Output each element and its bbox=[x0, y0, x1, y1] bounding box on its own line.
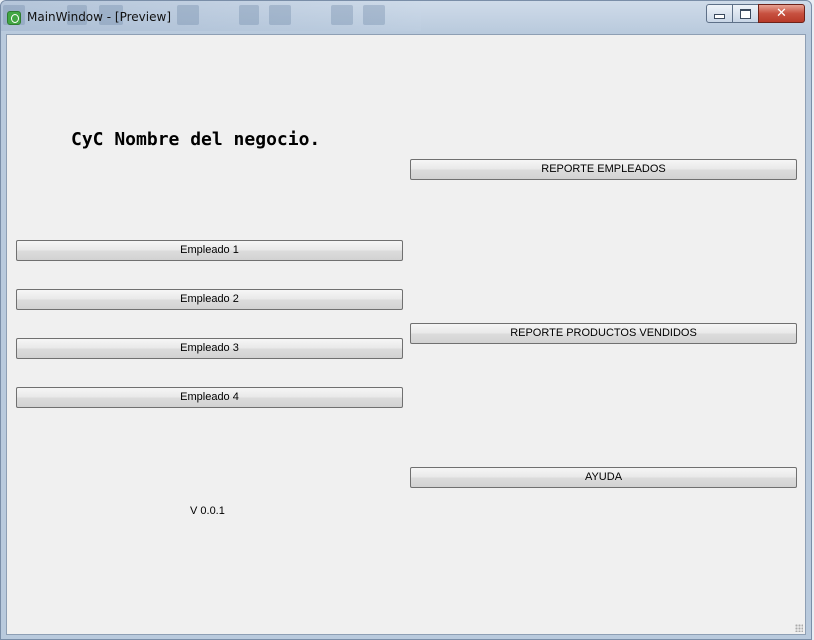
qt-designer-icon[interactable] bbox=[7, 11, 21, 25]
blurred-toolbar-item bbox=[269, 5, 291, 25]
version-label: V 0.0.1 bbox=[190, 505, 225, 517]
maximize-icon bbox=[740, 8, 751, 19]
blurred-toolbar-item bbox=[177, 5, 199, 25]
minimize-button[interactable] bbox=[706, 4, 733, 23]
business-name-label: CyC Nombre del negocio. bbox=[71, 129, 321, 150]
blurred-toolbar-item bbox=[363, 5, 385, 25]
title-bar[interactable]: MainWindow - [Preview] ✕ bbox=[1, 1, 811, 34]
blurred-toolbar-item bbox=[239, 5, 259, 25]
employee-2-button[interactable]: Empleado 2 bbox=[16, 289, 403, 310]
resize-grip[interactable] bbox=[795, 624, 803, 632]
report-employees-button[interactable]: REPORTE EMPLEADOS bbox=[410, 159, 797, 180]
blurred-toolbar-item bbox=[331, 5, 353, 25]
report-products-sold-button[interactable]: REPORTE PRODUCTOS VENDIDOS bbox=[410, 323, 797, 344]
employee-1-button[interactable]: Empleado 1 bbox=[16, 240, 403, 261]
help-button[interactable]: AYUDA bbox=[410, 467, 797, 488]
close-icon: ✕ bbox=[776, 6, 787, 21]
close-button[interactable]: ✕ bbox=[758, 4, 805, 23]
maximize-button[interactable] bbox=[732, 4, 759, 23]
employee-4-button[interactable]: Empleado 4 bbox=[16, 387, 403, 408]
minimize-icon bbox=[714, 14, 725, 19]
employee-3-button[interactable]: Empleado 3 bbox=[16, 338, 403, 359]
central-widget: CyC Nombre del negocio. REPORTE EMPLEADO… bbox=[6, 34, 806, 635]
window-title: MainWindow - [Preview] bbox=[27, 10, 171, 24]
main-window: MainWindow - [Preview] ✕ CyC Nombre del … bbox=[0, 0, 812, 640]
